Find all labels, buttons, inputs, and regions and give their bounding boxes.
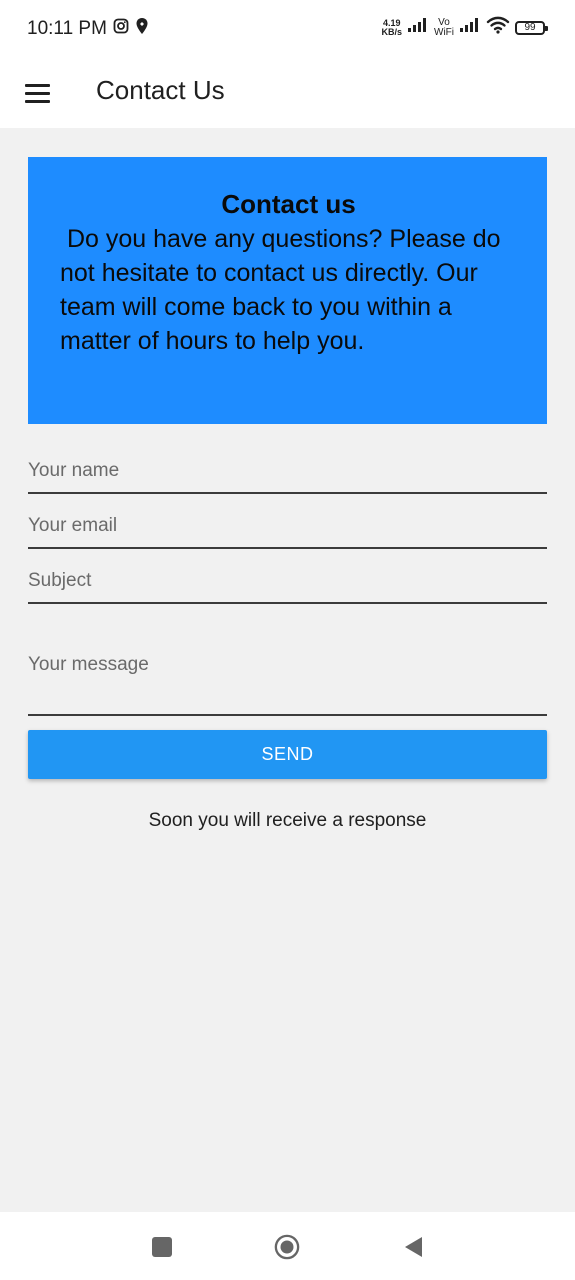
network-speed: 4.19 KB/s [381,18,402,37]
menu-line [24,91,50,95]
page-title: Contact Us [96,75,225,105]
message-input[interactable] [28,654,547,694]
status-time: 10:11 PM [27,18,107,39]
wifi-icon [486,16,510,39]
wifi-text: WiFi [434,26,454,38]
recents-square-icon[interactable] [149,1234,175,1260]
status-right: 4.19 KB/s Vo WiFi 99 [381,16,548,39]
navigation-bar [0,1212,575,1280]
info-card-title: Contact us [221,189,356,219]
contact-info-card: Contact us Do you have any questions? Pl… [28,157,547,424]
instagram-icon [113,18,129,40]
signal-icon [407,17,429,38]
message-field-wrapper [28,654,547,716]
speed-unit: KB/s [381,26,402,37]
send-button[interactable]: SEND [28,730,547,779]
status-bar: 10:11 PM 4.19 KB/s Vo WiFi 99 [0,0,575,58]
hamburger-menu-icon[interactable] [18,74,56,112]
status-left: 10:11 PM [27,17,149,41]
vo-text: Vo [438,16,450,28]
battery-level: 99 [524,21,536,33]
menu-line [24,99,50,103]
signal-icon [459,17,481,38]
battery-icon: 99 [515,20,548,35]
app-bar: Contact Us [0,58,575,128]
email-input[interactable] [28,515,547,537]
home-circle-icon[interactable] [274,1234,300,1260]
name-input[interactable] [28,460,547,482]
response-message: Soon you will receive a response [148,810,427,831]
info-card-body: Do you have any questions? Please do not… [60,225,508,355]
menu-line [24,83,50,87]
email-field-wrapper [28,515,547,549]
subject-field-wrapper [28,570,547,604]
vowifi-label: Vo WiFi [434,16,454,38]
subject-input[interactable] [28,570,547,592]
name-field-wrapper [28,460,547,494]
back-triangle-icon[interactable] [400,1234,426,1260]
location-icon [135,17,149,41]
